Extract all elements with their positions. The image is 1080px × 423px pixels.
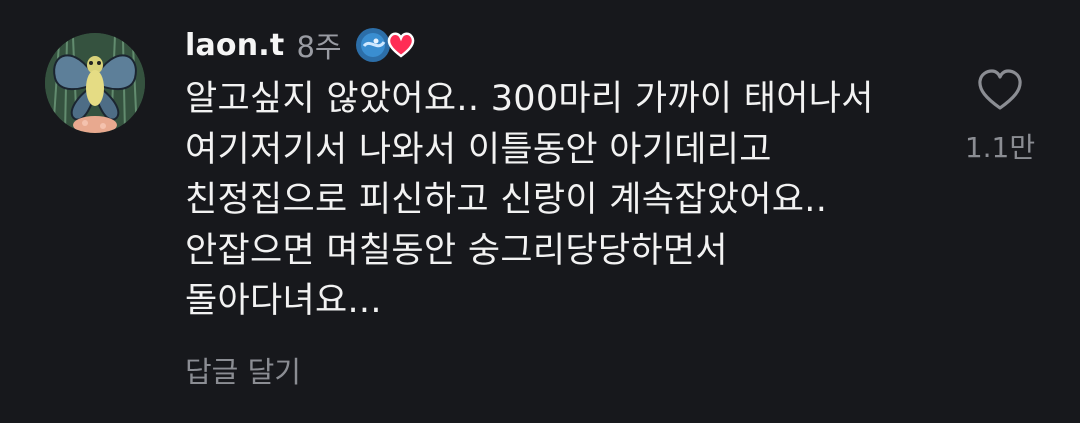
avatar-image xyxy=(45,33,145,133)
comment-meta: laon.t 8주 xyxy=(185,22,955,68)
creator-avatar xyxy=(355,28,390,62)
comment-text: 알고싶지 않았어요.. 300마리 가까이 태어나서 여기저기서 나와서 이틀동… xyxy=(185,79,874,321)
reply-button[interactable]: 답글 달기 xyxy=(185,349,301,391)
comment-body: laon.t 8주 알고싶지 않았어요.. 300마리 가까이 태어나서 여기저… xyxy=(185,22,955,391)
username[interactable]: laon.t xyxy=(185,28,284,63)
timestamp: 8주 xyxy=(296,30,342,64)
user-avatar[interactable] xyxy=(45,33,145,133)
creator-liked-heart-icon xyxy=(387,32,414,58)
comment-item: laon.t 8주 알고싶지 않았어요.. 300마리 가까이 태어나서 여기저… xyxy=(0,0,1080,423)
creator-liked-badge xyxy=(355,25,422,65)
like-control: 1.1만 xyxy=(960,68,1040,166)
like-count: 1.1만 xyxy=(964,131,1036,164)
heart-outline-icon[interactable] xyxy=(976,68,1024,112)
